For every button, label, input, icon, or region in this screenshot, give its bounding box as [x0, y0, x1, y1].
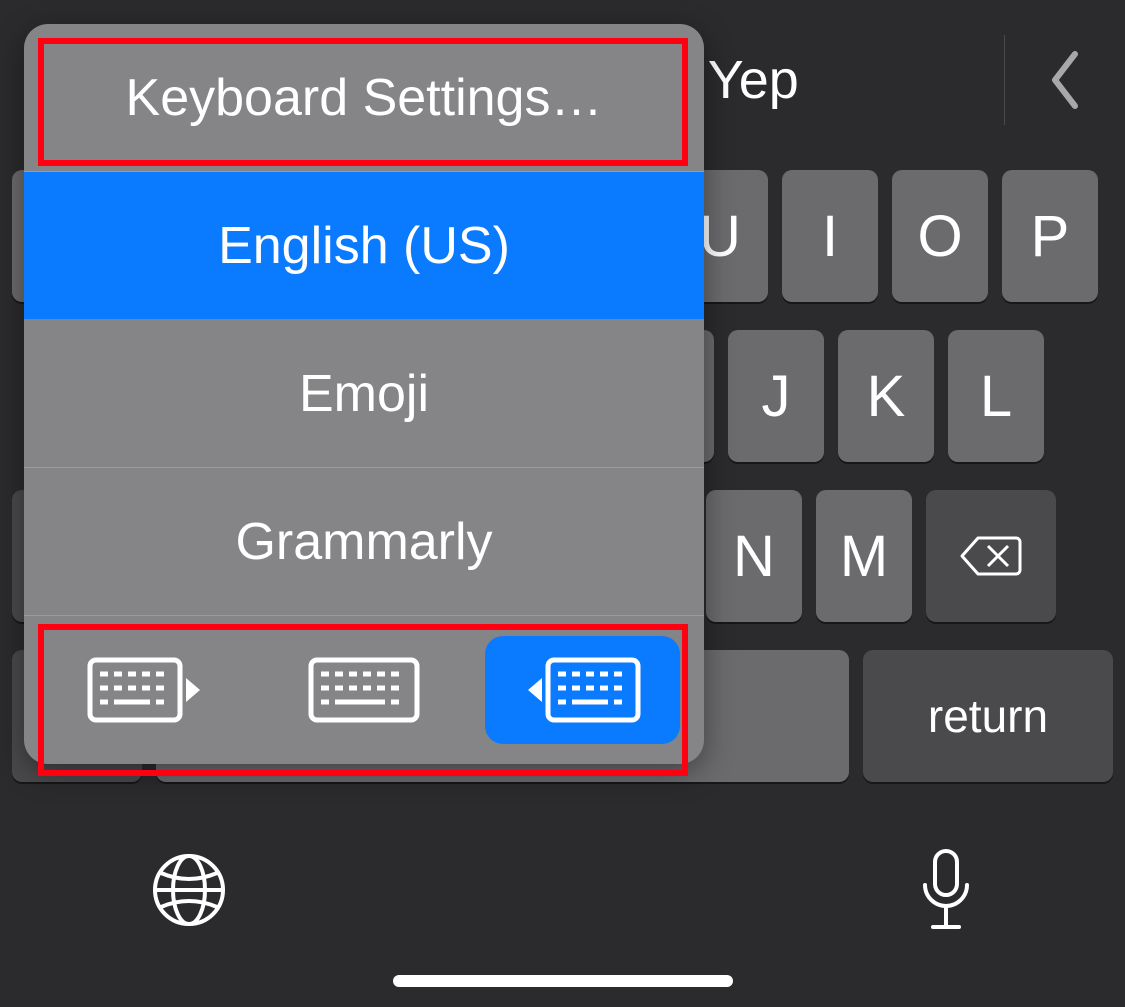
keyboard-option-label: Emoji	[299, 364, 429, 424]
keyboard-option-grammarly[interactable]: Grammarly	[24, 468, 704, 616]
keyboard-option-label: English (US)	[218, 216, 510, 276]
key-m[interactable]: M	[816, 490, 912, 622]
dock-left-button[interactable]	[48, 636, 243, 744]
keyboard-full-icon	[305, 654, 423, 726]
backspace-icon	[958, 532, 1024, 580]
keyboard-settings-item[interactable]: Keyboard Settings…	[24, 24, 704, 172]
keyboard-switcher-popup: Keyboard Settings… English (US) Emoji Gr…	[24, 24, 704, 764]
keyboard-layout-row	[24, 616, 704, 764]
keyboard-option-emoji[interactable]: Emoji	[24, 320, 704, 468]
home-indicator[interactable]	[393, 975, 733, 987]
keyboard-option-english[interactable]: English (US)	[24, 172, 704, 320]
chevron-left-icon	[1047, 48, 1083, 112]
mic-icon	[917, 847, 975, 933]
key-o[interactable]: O	[892, 170, 988, 302]
keyboard-dock-left-icon	[86, 654, 204, 726]
key-j[interactable]: J	[728, 330, 824, 462]
key-k[interactable]: K	[838, 330, 934, 462]
key-n[interactable]: N	[706, 490, 802, 622]
key-i[interactable]: I	[782, 170, 878, 302]
dictation-button[interactable]	[917, 847, 975, 933]
keyboard-option-label: Grammarly	[235, 512, 492, 572]
globe-icon	[150, 851, 228, 929]
collapse-suggestions[interactable]	[1005, 48, 1125, 112]
bottom-bar	[0, 820, 1125, 960]
keyboard-settings-label: Keyboard Settings…	[126, 68, 603, 128]
key-l[interactable]: L	[948, 330, 1044, 462]
dock-full-button[interactable]	[267, 636, 462, 744]
globe-button[interactable]	[150, 851, 228, 929]
dock-right-button[interactable]	[485, 636, 680, 744]
key-p[interactable]: P	[1002, 170, 1098, 302]
key-return[interactable]: return	[863, 650, 1113, 782]
key-backspace[interactable]	[926, 490, 1056, 622]
keyboard-dock-right-icon	[524, 654, 642, 726]
